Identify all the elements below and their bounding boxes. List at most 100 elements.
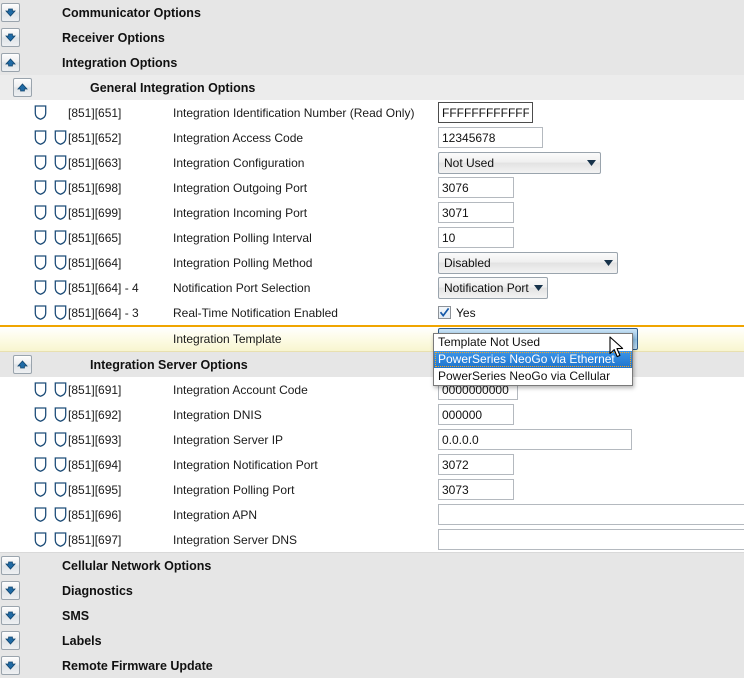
gutter: [0, 75, 34, 100]
parameter-checkbox-wrap[interactable]: Yes: [438, 306, 476, 320]
parameter-combo[interactable]: Not Used: [438, 151, 601, 174]
parameter-input[interactable]: [438, 202, 514, 223]
section-row-labels[interactable]: Labels: [0, 628, 744, 653]
expander-integration-server-options[interactable]: [13, 355, 32, 374]
section-row-integration-options[interactable]: Integration Options: [0, 50, 744, 75]
section-row-diagnostics[interactable]: Diagnostics: [0, 578, 744, 603]
shield-icon[interactable]: [54, 382, 67, 397]
expander-integration-options[interactable]: [0, 53, 20, 72]
shield-icon[interactable]: [54, 507, 67, 522]
shield-icon[interactable]: [34, 432, 47, 447]
expander-communicator-options[interactable]: [0, 3, 20, 22]
expander-sms[interactable]: [0, 606, 20, 625]
chevron-down-icon: [4, 33, 16, 42]
section-row-receiver-options[interactable]: Receiver Options: [0, 25, 744, 50]
gutter: [0, 628, 20, 653]
expander-cellular-network-options[interactable]: [0, 556, 20, 575]
parameter-label: Integration APN: [173, 507, 258, 522]
parameter-code: [851][694]: [68, 457, 122, 472]
parameter-input[interactable]: [438, 404, 514, 425]
expander-labels[interactable]: [0, 631, 20, 650]
shield-icon[interactable]: [34, 407, 47, 422]
shield-icon[interactable]: [54, 532, 67, 547]
parameter-combo-value: Not Used: [444, 155, 495, 170]
gutter: [0, 100, 20, 125]
gutter: [0, 653, 20, 678]
parameter-row: [851][693] Integration Server IP: [0, 427, 744, 452]
dropdown-option[interactable]: PowerSeries NeoGo via Cellular: [434, 368, 632, 385]
shield-icon[interactable]: [54, 230, 67, 245]
shield-icon[interactable]: [54, 457, 67, 472]
gutter: [0, 150, 20, 175]
parameter-input[interactable]: [438, 454, 514, 475]
gutter: [0, 275, 20, 300]
parameter-row: [851][652] Integration Access Code: [0, 125, 744, 150]
shield-icon[interactable]: [54, 280, 67, 295]
parameter-row: [851][696] Integration APN: [0, 502, 744, 527]
section-title-wrap: Remote Firmware Update: [20, 653, 213, 678]
shield-icon[interactable]: [34, 130, 47, 145]
gutter: [0, 125, 20, 150]
section-row-communicator-options[interactable]: Communicator Options: [0, 0, 744, 25]
shield-icon[interactable]: [34, 180, 47, 195]
shield-icon[interactable]: [34, 280, 47, 295]
shield-icon[interactable]: [34, 457, 47, 472]
dropdown-option[interactable]: Template Not Used: [434, 334, 632, 351]
parameter-combo[interactable]: Notification Port: [438, 276, 548, 299]
top-section-list: Communicator Options Receiver Options Inte…: [0, 0, 744, 75]
shield-icon[interactable]: [34, 230, 47, 245]
expander-general-integration-options[interactable]: [13, 78, 32, 97]
parameter-row: [851][664] - 3 Real-Time Notification Ena…: [0, 300, 744, 325]
parameter-label: Integration Access Code: [173, 130, 304, 145]
shield-icon[interactable]: [54, 180, 67, 195]
parameter-control-wrap: Disabled: [438, 251, 618, 274]
shield-icon[interactable]: [34, 255, 47, 270]
shield-icon[interactable]: [54, 432, 67, 447]
parameter-input[interactable]: [438, 127, 543, 148]
shield-icon[interactable]: [34, 205, 47, 220]
integration-template-dropdown-list[interactable]: Template Not Used PowerSeries NeoGo via E…: [433, 333, 633, 386]
parameter-input[interactable]: [438, 504, 744, 525]
shield-icon[interactable]: [54, 130, 67, 145]
gutter: [0, 352, 34, 377]
shield-icon[interactable]: [54, 205, 67, 220]
parameter-label: Real-Time Notification Enabled: [173, 305, 338, 320]
parameter-input[interactable]: [438, 529, 744, 550]
shield-icon[interactable]: [54, 255, 67, 270]
parameter-input[interactable]: [438, 479, 514, 500]
expander-remote-firmware-update[interactable]: [0, 656, 20, 675]
section-row-sms[interactable]: SMS: [0, 603, 744, 628]
parameter-input[interactable]: [438, 177, 514, 198]
expander-receiver-options[interactable]: [0, 28, 20, 47]
section-row-cellular-network-options[interactable]: Cellular Network Options: [0, 553, 744, 578]
parameter-row: [851][664] - 4 Notification Port Selectio…: [0, 275, 744, 300]
parameter-label: Integration Polling Method: [173, 255, 313, 270]
shield-icon[interactable]: [34, 482, 47, 497]
section-title: Cellular Network Options: [62, 558, 212, 573]
shield-icon[interactable]: [34, 507, 47, 522]
parameter-control-wrap: Not Used: [438, 151, 601, 174]
parameter-input[interactable]: [438, 429, 632, 450]
shield-icon[interactable]: [54, 305, 67, 320]
shield-icon[interactable]: [34, 305, 47, 320]
checkbox[interactable]: [438, 306, 451, 319]
section-title: Receiver Options: [62, 30, 165, 45]
shield-icon[interactable]: [34, 532, 47, 547]
section-row-remote-firmware-update[interactable]: Remote Firmware Update: [0, 653, 744, 678]
expander-diagnostics[interactable]: [0, 581, 20, 600]
parameter-combo[interactable]: Disabled: [438, 251, 618, 274]
shield-icon[interactable]: [34, 382, 47, 397]
shield-icon[interactable]: [54, 482, 67, 497]
shield-icon[interactable]: [34, 155, 47, 170]
section-title-wrap: General Integration Options: [34, 75, 255, 100]
parameter-control-wrap: [438, 454, 514, 475]
parameter-row: [851][698] Integration Outgoing Port: [0, 175, 744, 200]
shield-icon[interactable]: [54, 407, 67, 422]
parameter-input[interactable]: [438, 227, 514, 248]
dropdown-option[interactable]: PowerSeries NeoGo via Ethernet: [434, 351, 632, 368]
chevron-down-icon: [4, 661, 16, 670]
parameter-input[interactable]: [438, 102, 533, 123]
shield-icon[interactable]: [54, 155, 67, 170]
shield-icon[interactable]: [34, 105, 47, 120]
parameter-row: [851][663] Integration Configuration Not U…: [0, 150, 744, 175]
